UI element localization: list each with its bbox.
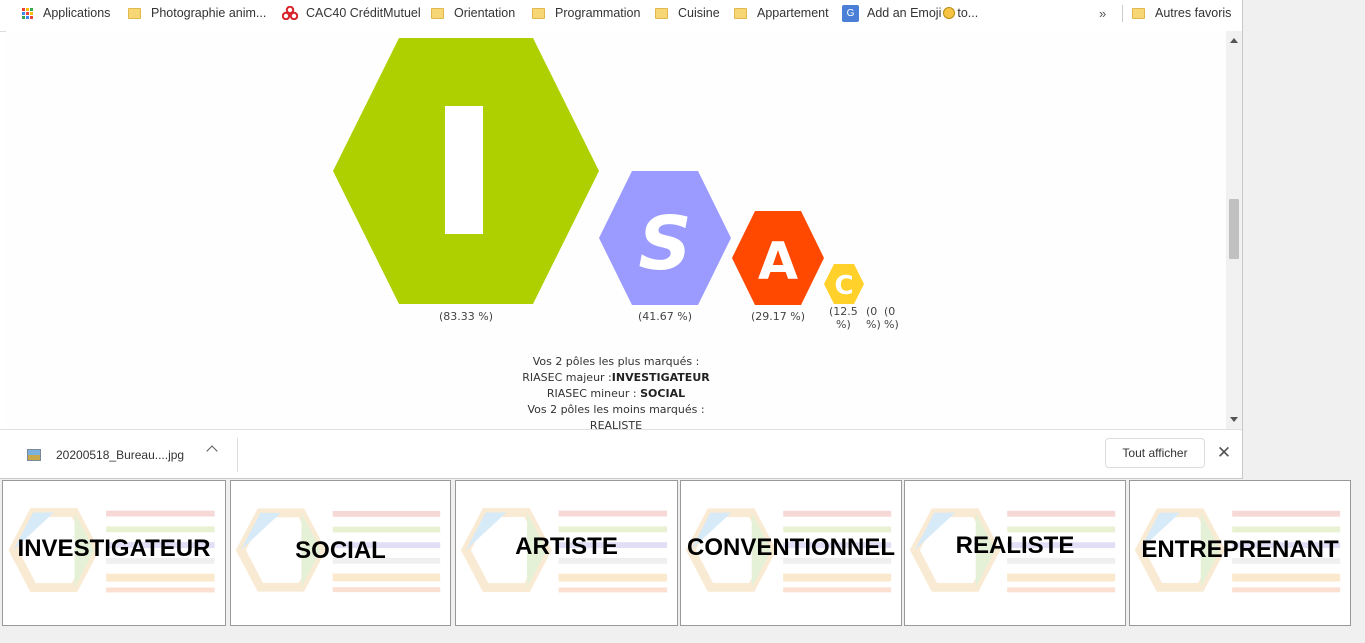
download-item[interactable]: 20200518_Bureau....jpg xyxy=(27,444,184,466)
folder-icon xyxy=(1132,7,1145,19)
scrollbar-thumb[interactable] xyxy=(1229,199,1239,259)
hexagon-letter: A xyxy=(758,232,798,292)
hexagon-conventionnel: C xyxy=(824,264,864,304)
tile-label: CONVENTIONNEL xyxy=(686,534,895,561)
percent-artiste: (29.17 %) xyxy=(750,310,806,323)
google-translate-icon: G xyxy=(842,4,859,22)
chevron-up-icon[interactable] xyxy=(206,445,218,457)
bookmark-other-favorites[interactable]: Autres favoris xyxy=(1132,0,1231,26)
tile-artiste[interactable]: ARTISTE xyxy=(455,480,678,626)
percent-line: (12.5 xyxy=(829,305,858,318)
page-content: (83.33 %) S (41.67 %) A (29.17 %) C (12.… xyxy=(6,31,1226,429)
percent-entreprenant: (0 %) xyxy=(884,305,899,331)
bookmark-label: CAC40 CréditMutuel xyxy=(306,6,421,20)
percent-line: %) xyxy=(836,318,851,331)
bookmark-label: Programmation xyxy=(555,6,641,20)
smiley-emoji-icon xyxy=(943,7,956,19)
tile-label: SOCIAL xyxy=(295,537,386,564)
summary-least-marked: Vos 2 pôles les moins marqués : xyxy=(527,403,705,416)
tile-investigateur[interactable]: INVESTIGATEUR xyxy=(2,480,226,626)
bookmark-applications[interactable]: Applications xyxy=(22,0,110,26)
percent-line: %) xyxy=(884,318,899,331)
hexagon-social: S xyxy=(599,171,731,305)
bookmark-cac40[interactable]: CAC40 CréditMutuel xyxy=(282,0,421,26)
folder-icon xyxy=(532,7,545,19)
bookmark-programmation[interactable]: Programmation xyxy=(532,0,640,26)
tile-conventionnel[interactable]: CONVENTIONNEL xyxy=(680,480,902,626)
summary-least-value: REALISTE xyxy=(589,419,643,429)
scroll-down-icon[interactable] xyxy=(1230,417,1238,422)
bookmark-add-emoji[interactable]: G Add an Emoji to... xyxy=(842,0,978,26)
image-file-icon xyxy=(27,449,41,461)
bookmarks-overflow-button[interactable]: » xyxy=(1099,0,1106,26)
download-filename: 20200518_Bureau....jpg xyxy=(56,448,185,462)
bookmark-appartement[interactable]: Appartement xyxy=(734,0,829,26)
folder-icon xyxy=(734,7,747,19)
percent-line: %) xyxy=(866,318,881,331)
bookmark-label: Appartement xyxy=(757,6,829,20)
browser-window: Applications Photographie anim... CAC40 … xyxy=(0,0,1243,479)
riasec-summary: Vos 2 pôles les plus marqués : RIASEC ma… xyxy=(416,354,816,429)
percent-social: (41.67 %) xyxy=(637,310,693,323)
minor-label: RIASEC mineur : xyxy=(546,387,641,400)
folder-icon xyxy=(128,7,141,19)
summary-most-marked: Vos 2 pôles les plus marqués : xyxy=(532,355,700,368)
percent-line: (0 xyxy=(884,305,896,318)
bookmark-label: Add an Emoji xyxy=(867,6,942,20)
minor-value: SOCIAL xyxy=(640,387,686,400)
hexagon-investigateur xyxy=(333,38,599,304)
percent-line: (0 xyxy=(866,305,878,318)
show-all-downloads-button[interactable]: Tout afficher xyxy=(1105,438,1205,468)
bookmark-label: Autres favoris xyxy=(1155,6,1232,20)
downloads-bar: 20200518_Bureau....jpg Tout afficher ✕ xyxy=(0,429,1242,478)
tile-label: REALISTE xyxy=(955,532,1075,559)
letter-i-shape xyxy=(445,106,483,234)
tile-label: ENTREPRENANT xyxy=(1141,536,1339,563)
bookmark-label: Photographie anim... xyxy=(151,6,267,20)
bookmark-suffix: to... xyxy=(957,6,979,20)
bookmark-cuisine[interactable]: Cuisine xyxy=(655,0,720,26)
summary-minor: RIASEC mineur : SOCIAL xyxy=(416,386,816,402)
close-icon[interactable]: ✕ xyxy=(1215,444,1233,462)
tile-label: INVESTIGATEUR xyxy=(17,535,211,562)
creditmutuel-logo-icon xyxy=(282,6,298,20)
hexagon-letter: S xyxy=(638,201,691,287)
major-value: INVESTIGATEUR xyxy=(611,371,710,384)
page-scrollbar[interactable] xyxy=(1226,31,1242,429)
folder-icon xyxy=(431,7,444,19)
percent-investigateur: (83.33 %) xyxy=(438,310,494,323)
scroll-up-icon[interactable] xyxy=(1230,38,1238,43)
tile-realiste[interactable]: REALISTE xyxy=(904,480,1126,626)
folder-icon xyxy=(655,7,668,19)
downloads-divider xyxy=(237,438,238,472)
major-label: RIASEC majeur : xyxy=(522,371,612,384)
tile-label: ARTISTE xyxy=(515,533,618,560)
hexagon-letter: C xyxy=(834,271,853,301)
bookmark-label: Orientation xyxy=(454,6,516,20)
bookmark-label: Applications xyxy=(43,6,111,20)
tile-social[interactable]: SOCIAL xyxy=(230,480,451,626)
bookmarks-divider xyxy=(1122,5,1123,22)
bookmark-label: Cuisine xyxy=(678,6,720,20)
percent-realiste: (0 %) xyxy=(866,305,881,331)
tile-entreprenant[interactable]: ENTREPRENANT xyxy=(1129,480,1351,626)
apps-grid-icon xyxy=(22,7,33,19)
summary-major: RIASEC majeur :INVESTIGATEUR xyxy=(416,370,816,386)
bookmarks-bar: Applications Photographie anim... CAC40 … xyxy=(0,0,1242,32)
hexagon-artiste: A xyxy=(732,211,824,305)
bookmark-orientation[interactable]: Orientation xyxy=(431,0,515,26)
bookmark-photographie[interactable]: Photographie anim... xyxy=(128,0,266,26)
percent-conventionnel: (12.5 %) xyxy=(829,305,858,331)
